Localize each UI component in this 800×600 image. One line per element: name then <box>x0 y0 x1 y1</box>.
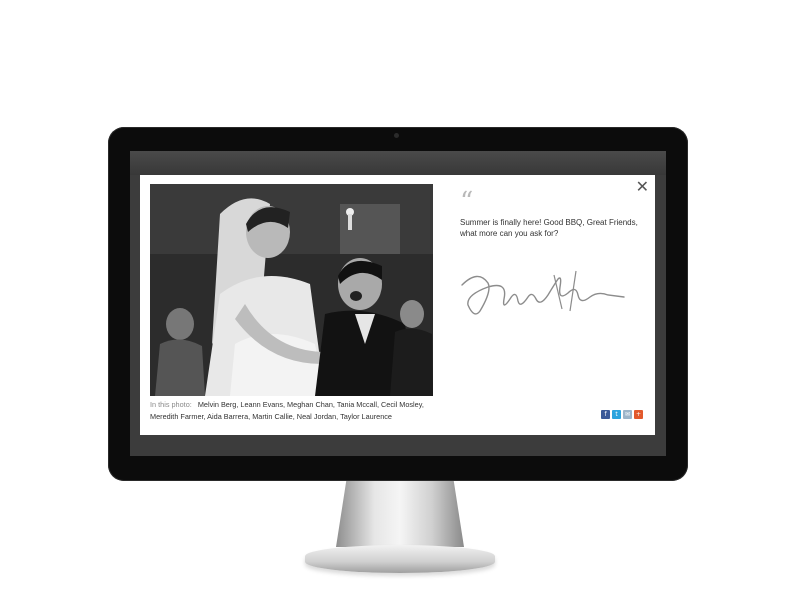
wedding-photo <box>150 184 433 396</box>
screen: ✕ In this photo: Melvin Berg, Leann Evan… <box>130 151 666 456</box>
photo-modal: ✕ In this photo: Melvin Berg, Leann Evan… <box>140 175 655 435</box>
quote-text: Summer is finally here! Good BBQ, Great … <box>460 218 638 238</box>
caption-label: In this photo: <box>150 400 192 409</box>
quote-block: “ Summer is finally here! Good BBQ, Grea… <box>460 187 640 239</box>
monitor-stand-base <box>305 545 495 573</box>
share-icons: f t ✉ + <box>601 410 643 419</box>
monitor-bezel: ✕ In this photo: Melvin Berg, Leann Evan… <box>108 127 688 481</box>
twitter-icon[interactable]: t <box>612 410 621 419</box>
add-more-icon[interactable]: + <box>634 410 643 419</box>
monitor-stand-neck <box>336 481 464 547</box>
photo-caption: In this photo: Melvin Berg, Leann Evans,… <box>150 399 450 423</box>
quote-mark-icon: “ <box>460 187 474 217</box>
facebook-icon[interactable]: f <box>601 410 610 419</box>
email-icon[interactable]: ✉ <box>623 410 632 419</box>
signature-image <box>458 265 628 325</box>
screen-top-bar <box>130 151 666 175</box>
camera-dot <box>394 133 399 138</box>
